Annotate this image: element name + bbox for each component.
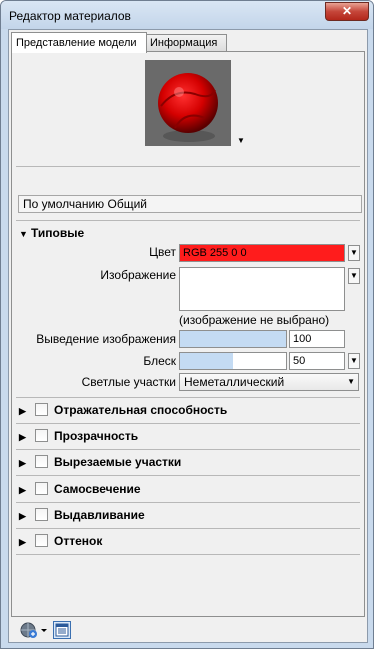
chevron-down-icon: ▼ xyxy=(347,377,355,386)
section-label: Прозрачность xyxy=(54,429,139,443)
checkbox-transparency[interactable] xyxy=(35,429,48,442)
section-label: Вырезаемые участки xyxy=(54,455,182,469)
highlights-select[interactable]: Неметаллический ▼ xyxy=(179,373,359,391)
checkbox-self-illumination[interactable] xyxy=(35,482,48,495)
material-name-field[interactable]: По умолчанию Общий xyxy=(18,195,362,213)
glossiness-input[interactable]: 50 xyxy=(289,352,345,370)
divider xyxy=(16,449,360,450)
section-bump[interactable]: ▶ Выдавливание xyxy=(19,508,145,524)
color-label: Цвет xyxy=(149,245,176,259)
divider xyxy=(16,554,360,555)
image-status: (изображение не выбрано) xyxy=(179,313,330,327)
image-fade-slider[interactable] xyxy=(179,330,287,348)
create-material-button[interactable] xyxy=(19,621,49,639)
color-swatch-field[interactable]: RGB 255 0 0 xyxy=(179,244,345,262)
material-editor-window: Редактор материалов ✕ Представление моде… xyxy=(0,0,374,649)
section-reflectivity[interactable]: ▶ Отражательная способность xyxy=(19,403,227,419)
glossiness-slider[interactable] xyxy=(179,352,287,370)
toggle-view-button[interactable] xyxy=(53,621,71,639)
title-bar[interactable]: Редактор материалов ✕ xyxy=(1,1,373,29)
client-area: Представление модели Информация ▼ По умо… xyxy=(8,29,368,643)
checkbox-cutouts[interactable] xyxy=(35,455,48,468)
divider xyxy=(16,528,360,529)
collapsed-triangle-icon: ▶ xyxy=(19,432,26,442)
image-dropdown-icon[interactable]: ▼ xyxy=(348,268,360,284)
checkbox-tint[interactable] xyxy=(35,534,48,547)
checkbox-reflectivity[interactable] xyxy=(35,403,48,416)
divider xyxy=(16,423,360,424)
window-title: Редактор материалов xyxy=(9,9,131,23)
list-view-icon xyxy=(55,623,69,637)
section-label: Самосвечение xyxy=(54,482,141,496)
bottom-toolbar xyxy=(9,618,367,642)
preview-sphere xyxy=(145,60,231,146)
image-slot[interactable] xyxy=(179,267,345,311)
section-generic[interactable]: ▼ Типовые xyxy=(19,226,84,240)
divider xyxy=(16,397,360,398)
expanded-triangle-icon: ▼ xyxy=(19,229,28,239)
glossiness-label: Блеск xyxy=(143,354,176,368)
divider xyxy=(16,502,360,503)
image-label: Изображение xyxy=(100,268,176,282)
image-fade-fill xyxy=(180,331,286,347)
globe-add-icon xyxy=(20,622,47,638)
section-label: Оттенок xyxy=(54,534,103,548)
color-dropdown-icon[interactable]: ▼ xyxy=(348,245,360,261)
collapsed-triangle-icon: ▶ xyxy=(19,458,26,468)
section-self-illumination[interactable]: ▶ Самосвечение xyxy=(19,482,141,498)
section-cutouts[interactable]: ▶ Вырезаемые участки xyxy=(19,455,181,471)
highlights-value: Неметаллический xyxy=(184,375,285,389)
preview-options-icon[interactable]: ▼ xyxy=(237,137,245,145)
section-tint[interactable]: ▶ Оттенок xyxy=(19,534,102,550)
material-preview[interactable] xyxy=(145,60,231,146)
divider xyxy=(16,166,360,167)
section-label: Выдавливание xyxy=(54,508,145,522)
close-button[interactable]: ✕ xyxy=(325,2,369,21)
tab-bar: Представление модели Информация xyxy=(9,30,367,53)
tab-information[interactable]: Информация xyxy=(145,34,227,51)
checkbox-bump[interactable] xyxy=(35,508,48,521)
divider xyxy=(16,475,360,476)
image-fade-input[interactable]: 100 xyxy=(289,330,345,348)
divider xyxy=(16,220,360,221)
glossiness-dropdown-icon[interactable]: ▼ xyxy=(348,353,360,369)
collapsed-triangle-icon: ▶ xyxy=(19,406,26,416)
tab-panel: ▼ По умолчанию Общий ▼ Типовые Цвет RGB 2… xyxy=(11,51,365,617)
glossiness-fill xyxy=(180,353,233,369)
section-label: Отражательная способность xyxy=(54,403,228,417)
section-transparency[interactable]: ▶ Прозрачность xyxy=(19,429,138,445)
collapsed-triangle-icon: ▶ xyxy=(19,485,26,495)
highlights-label: Светлые участки xyxy=(81,375,176,389)
collapsed-triangle-icon: ▶ xyxy=(19,511,26,521)
collapsed-triangle-icon: ▶ xyxy=(19,537,26,547)
tab-model-view[interactable]: Представление модели xyxy=(11,32,147,53)
section-generic-label: Типовые xyxy=(31,226,85,240)
image-fade-label: Выведение изображения xyxy=(36,332,176,346)
